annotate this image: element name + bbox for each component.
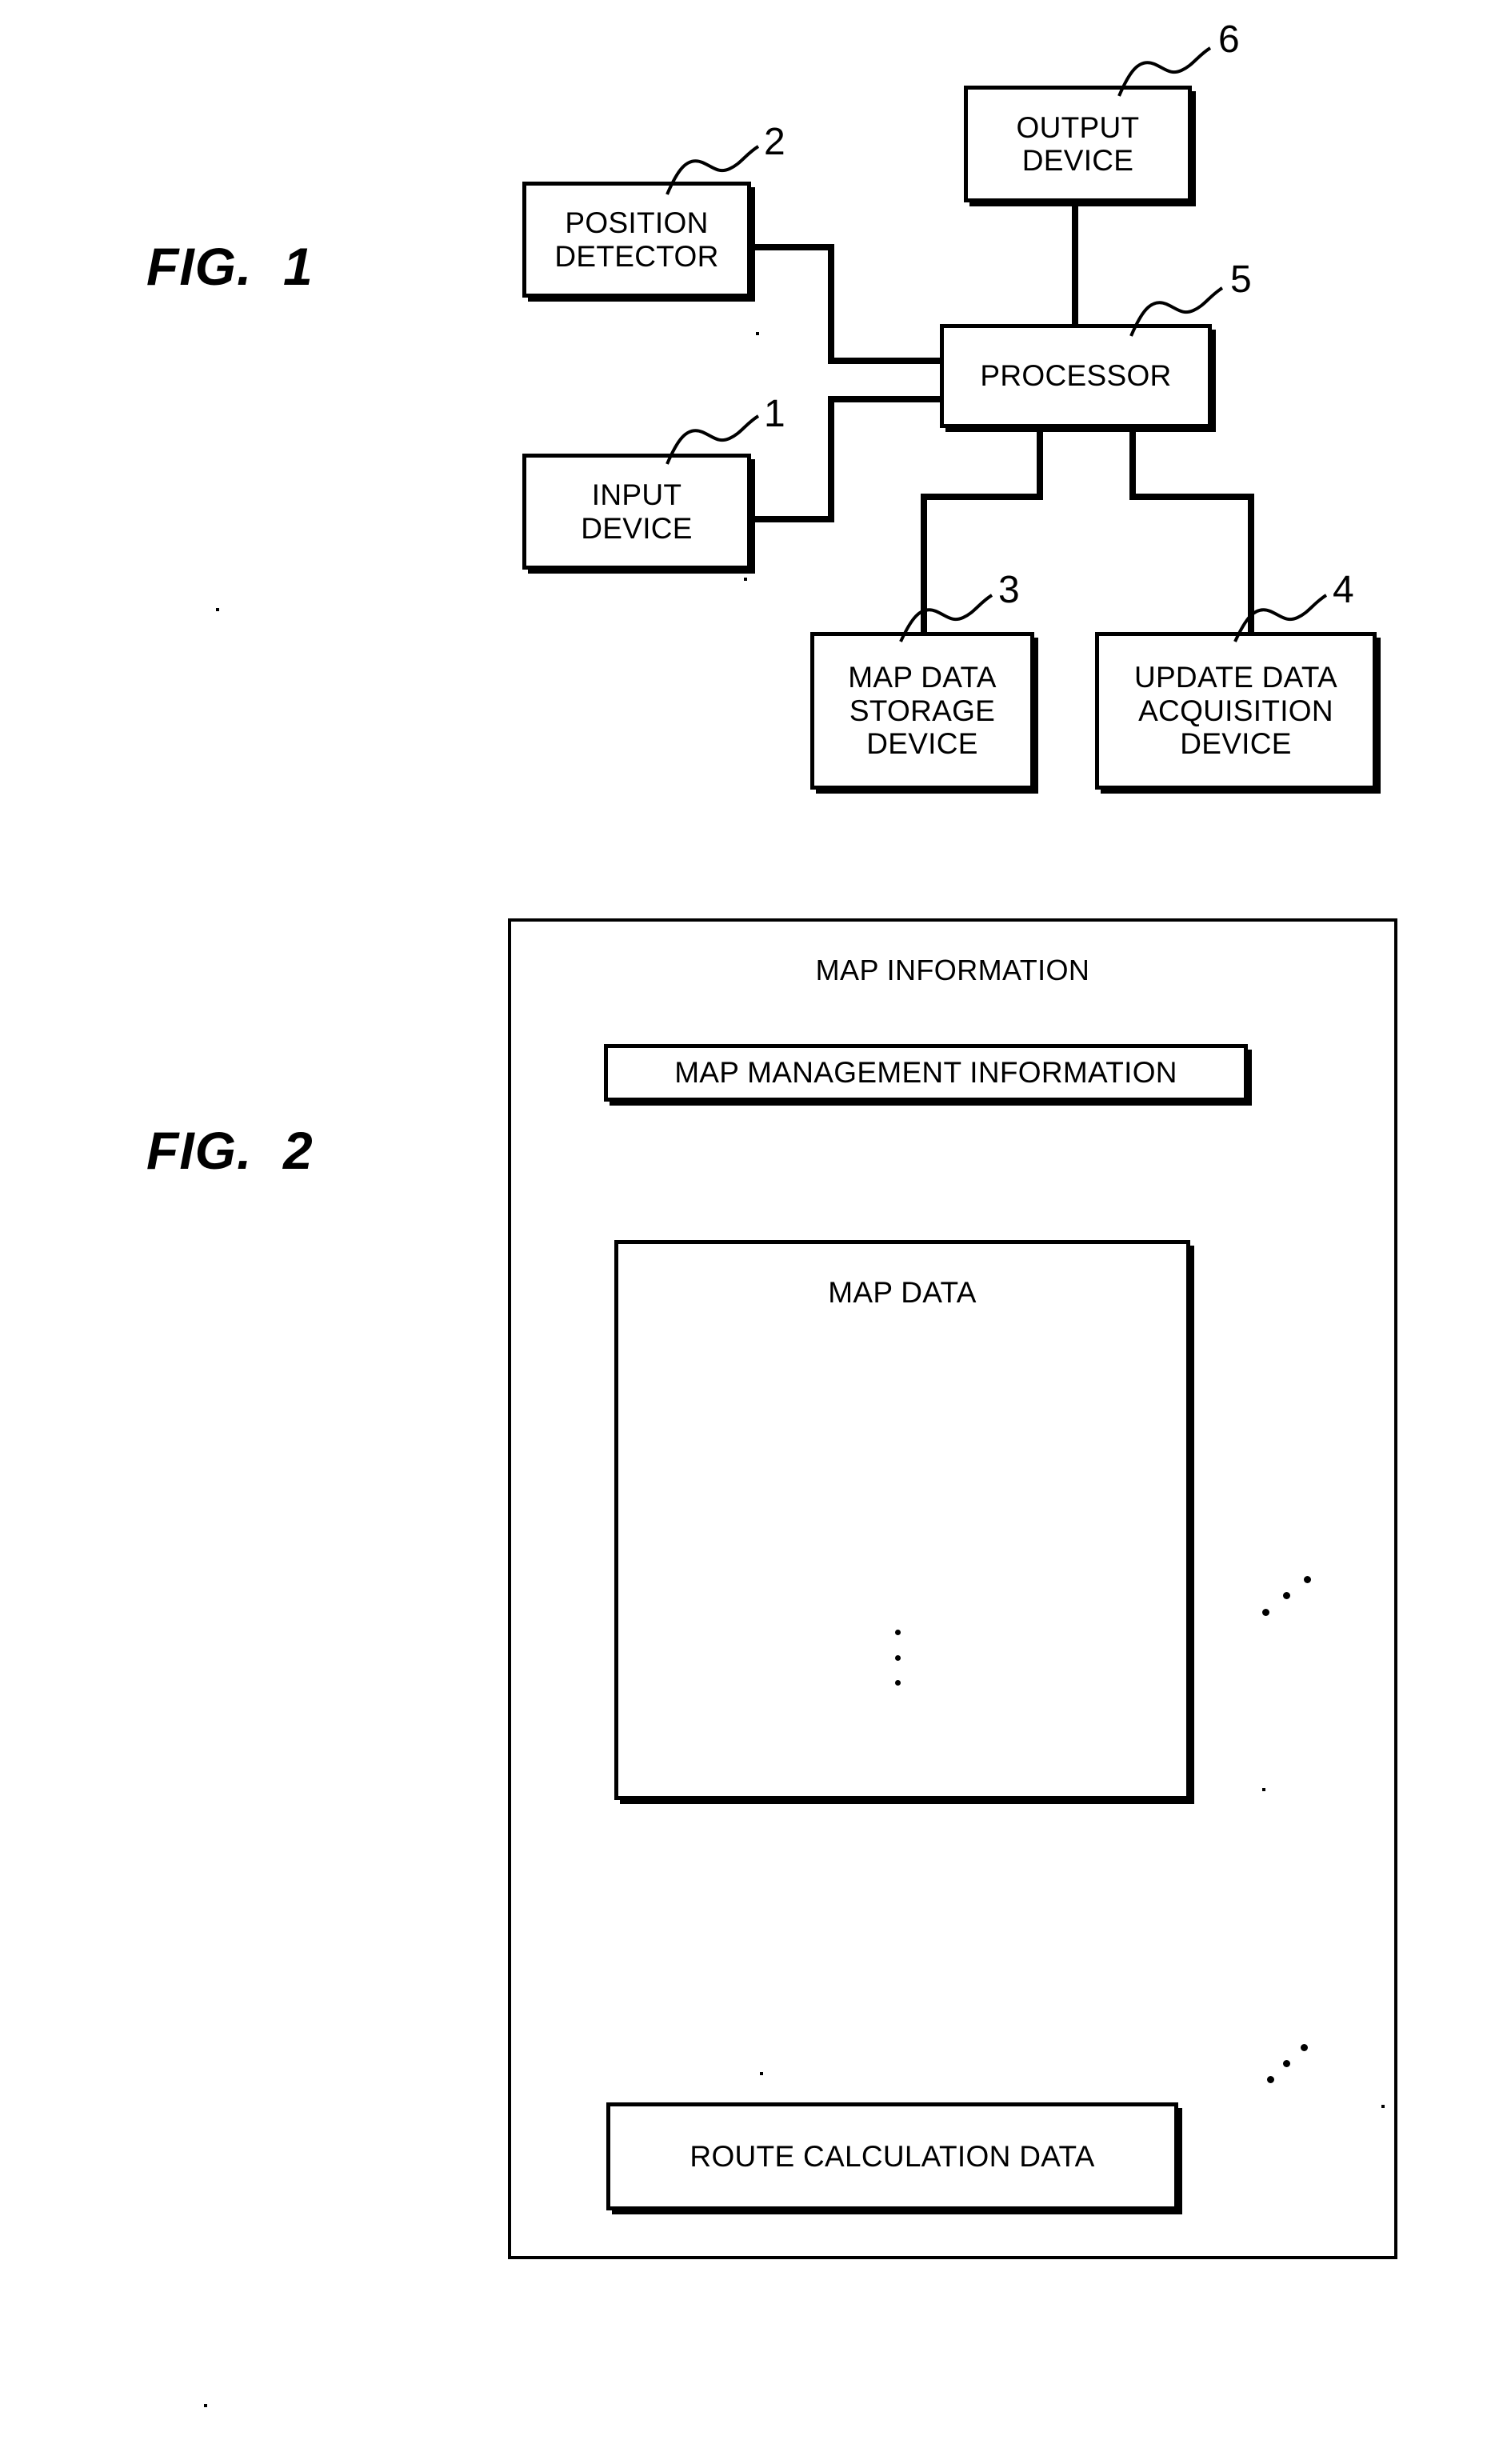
node-update-data-acquisition-device[interactable]: UPDATE DATA ACQUISITION DEVICE: [1095, 632, 1377, 790]
wire-processor-to-mapstorage-h: [921, 494, 1043, 500]
ellipsis-dot: [1301, 2044, 1308, 2051]
node-label: PROCESSOR: [980, 359, 1172, 393]
wire-processor-to-mapstorage-v1: [1037, 424, 1043, 500]
figure-2-caption: FIG. 2: [146, 1121, 314, 1180]
leader-line-6: [1117, 46, 1212, 97]
scan-speck: [1381, 2105, 1385, 2108]
scan-speck: [1262, 1788, 1265, 1791]
scan-speck: [204, 2404, 207, 2407]
map-data-vertical-ellipsis: [893, 1630, 901, 1686]
callout-6: 6: [1218, 18, 1240, 61]
scan-speck: [760, 2072, 763, 2075]
callout-3: 3: [998, 569, 1020, 611]
scan-speck: [756, 332, 759, 335]
scan-speck: [216, 608, 219, 611]
wire-position-to-processor-v: [828, 244, 834, 364]
map-data-card[interactable]: [614, 1240, 1190, 1800]
wire-input-to-processor-h1: [748, 516, 834, 522]
ellipsis-dot: [1283, 1592, 1290, 1599]
map-data-stack-diagonal-ellipsis: [1259, 1576, 1331, 1640]
patent-drawing-sheet: FIG. 1 POSITION DETECTOR INPUT DEVICE OU…: [0, 0, 1495, 2464]
bar-label: MAP MANAGEMENT INFORMATION: [674, 1056, 1177, 1089]
node-position-detector[interactable]: POSITION DETECTOR: [522, 182, 751, 298]
wire-position-to-processor-h2: [828, 358, 942, 364]
callout-4: 4: [1333, 569, 1354, 611]
scan-speck: [744, 578, 747, 581]
node-processor[interactable]: PROCESSOR: [940, 324, 1212, 428]
node-label: POSITION DETECTOR: [554, 206, 719, 273]
route-calculation-data-bar[interactable]: ROUTE CALCULATION DATA: [606, 2102, 1178, 2210]
wire-position-to-processor-h1: [748, 244, 834, 250]
ellipsis-dot: [1267, 2076, 1274, 2083]
ellipsis-dot: [894, 1680, 901, 1686]
wire-output-to-processor: [1072, 200, 1078, 326]
wire-input-to-processor-v: [828, 396, 834, 522]
wire-processor-to-updateacq-h: [1129, 494, 1254, 500]
callout-5: 5: [1230, 258, 1252, 301]
callout-2: 2: [764, 121, 785, 163]
ellipsis-dot: [1283, 2060, 1290, 2067]
leader-line-5: [1129, 286, 1224, 337]
node-label: MAP DATA STORAGE DEVICE: [848, 661, 997, 761]
ellipsis-dot: [894, 1630, 901, 1635]
ellipsis-dot: [1304, 1576, 1311, 1583]
node-input-device[interactable]: INPUT DEVICE: [522, 454, 751, 570]
bar-label: ROUTE CALCULATION DATA: [690, 2139, 1095, 2173]
node-label: OUTPUT DEVICE: [1016, 110, 1140, 177]
figure-1-caption: FIG. 1: [146, 237, 314, 296]
node-label: UPDATE DATA ACQUISITION DEVICE: [1133, 661, 1338, 761]
node-map-data-storage-device[interactable]: MAP DATA STORAGE DEVICE: [810, 632, 1034, 790]
node-output-device[interactable]: OUTPUT DEVICE: [964, 86, 1192, 202]
wire-input-to-processor-h2: [828, 396, 942, 402]
route-calculation-stack-diagonal-ellipsis: [1265, 2044, 1337, 2108]
node-label: INPUT DEVICE: [581, 478, 693, 545]
map-data-title: MAP DATA: [828, 1276, 977, 1309]
ellipsis-dot: [1262, 1609, 1269, 1616]
map-information-title: MAP INFORMATION: [815, 954, 1090, 986]
wire-processor-to-updateacq-v1: [1129, 424, 1136, 500]
ellipsis-dot: [894, 1654, 901, 1661]
callout-1: 1: [764, 393, 785, 435]
map-management-information-bar[interactable]: MAP MANAGEMENT INFORMATION: [604, 1044, 1248, 1102]
